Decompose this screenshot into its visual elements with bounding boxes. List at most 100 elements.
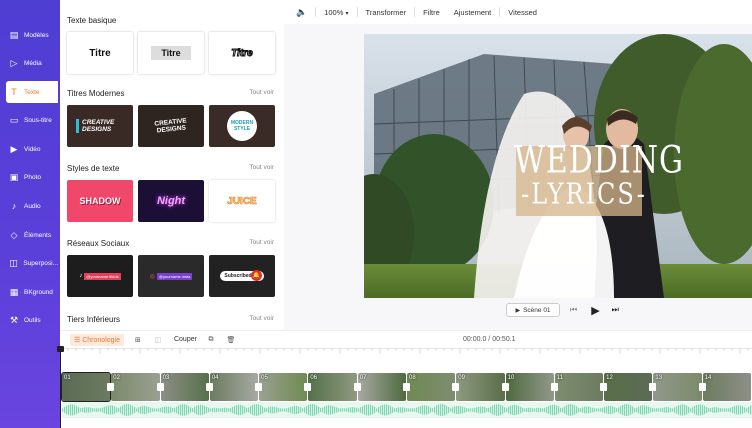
transition-icon[interactable]	[205, 383, 213, 391]
sidebar-item-overlay[interactable]: ◫ Superposi...	[6, 252, 58, 274]
text-card-social-youtube[interactable]: Subscribed 🔔	[209, 255, 275, 297]
sidebar-item-templates[interactable]: ▤ Modèles	[6, 24, 58, 46]
sidebar-item-label: Éléments	[24, 231, 52, 239]
timeline-clip[interactable]: 08	[407, 373, 456, 401]
scene-label: Scène 01	[523, 306, 551, 314]
transition-icon[interactable]	[156, 383, 164, 391]
transition-icon[interactable]	[403, 383, 410, 391]
timeline-clip[interactable]: 13	[653, 373, 702, 401]
text-card-social-tiktok[interactable]: ♪ @yourname.tiktok	[67, 255, 133, 297]
timeline-clip[interactable]: 05	[259, 373, 308, 401]
transition-icon[interactable]	[452, 383, 460, 391]
sidebar-item-audio[interactable]: ♪ Audio	[6, 195, 58, 217]
transition-icon[interactable]	[353, 383, 361, 391]
playback-controls: ▶ Scène 01 ⏮ ▶ ⏭	[506, 303, 619, 317]
text-card-modern-1[interactable]: CREATIVE DESIGNS	[67, 105, 133, 147]
sidebar-item-label: Superposi...	[23, 259, 58, 267]
sidebar-item-label: Sous-titre	[24, 116, 52, 124]
transition-icon[interactable]	[501, 383, 509, 391]
adjust-button[interactable]: Ajustement	[454, 8, 492, 17]
clip-number: 07	[359, 375, 367, 381]
cut-button[interactable]: Couper	[174, 336, 197, 343]
sidebar-item-background[interactable]: ▦ BKground	[6, 281, 58, 303]
timeline-toolbar: ☰ Chronologie ⊞ ◫ Couper ⧉ 🗑 00:00.0 / 0…	[60, 330, 752, 348]
sidebar-item-media[interactable]: ▷ Média	[6, 52, 58, 74]
timeline-clip[interactable]: 03	[160, 373, 209, 401]
see-all-lower[interactable]: Tout voir	[249, 315, 274, 322]
play-icon[interactable]: ▶	[591, 304, 599, 317]
sidebar-item-text[interactable]: T Texte	[6, 81, 58, 103]
overlay-icon: ◫	[9, 257, 18, 268]
text-card-basic-1[interactable]: Titre	[67, 32, 133, 74]
transition-icon[interactable]	[600, 383, 608, 391]
filter-button[interactable]: Filtre	[423, 8, 440, 17]
title-line-1: WEDDING	[514, 138, 684, 183]
timeline-clip[interactable]: 01	[60, 372, 112, 402]
split-view-icon[interactable]: ◫	[152, 336, 164, 344]
duplicate-icon[interactable]: ⧉	[205, 336, 217, 344]
see-all-modern[interactable]: Tout voir	[249, 89, 274, 96]
sidebar-item-photo[interactable]: ▣ Photo	[6, 166, 58, 188]
timeline-clip[interactable]: 06	[308, 373, 357, 401]
timeline-clip[interactable]: 04	[209, 373, 259, 401]
transform-button[interactable]: Transformer	[366, 8, 407, 17]
zoom-value: 100%	[324, 7, 344, 17]
clip-number: 01	[64, 375, 71, 381]
text-card-style-night[interactable]: Night	[138, 180, 204, 222]
text-card-modern-2[interactable]: CREATIVE DESIGNS	[138, 105, 204, 147]
playhead[interactable]	[57, 346, 64, 428]
sidebar-item-label: Audio	[24, 202, 41, 210]
text-card-basic-3[interactable]: Titre	[209, 32, 275, 74]
card-text: Titre	[89, 47, 111, 59]
see-all-styles[interactable]: Tout voir	[249, 164, 274, 171]
timeline-clip[interactable]: 02	[111, 373, 160, 401]
transition-icon[interactable]	[107, 383, 115, 391]
wedding-title-text[interactable]: WEDDING -LYRICS-	[514, 142, 683, 209]
see-all-social[interactable]: Tout voir	[249, 239, 274, 246]
timeline-ruler[interactable]	[60, 348, 752, 372]
card-text: CREATIVE DESIGNS	[154, 117, 188, 135]
card-text: Titre	[151, 46, 191, 60]
audio-waveform[interactable]	[62, 402, 752, 418]
clip-number: 13	[655, 375, 663, 381]
timeline-clip[interactable]: 07	[357, 373, 406, 401]
video-track[interactable]: 01 02 03 04 05 06 07 08 09 10 11 12 13 14	[60, 372, 752, 402]
timeline-clip[interactable]: 12	[604, 373, 653, 401]
text-card-modern-3[interactable]: MODERN STYLE	[209, 105, 275, 147]
previous-icon[interactable]: ⏮	[570, 305, 577, 315]
volume-icon[interactable]: 🔈	[296, 7, 307, 18]
speed-button[interactable]: Vitessed	[508, 8, 537, 17]
text-card-basic-2[interactable]: Titre	[138, 32, 204, 74]
timeline-toggle[interactable]: ☰ Chronologie	[70, 333, 124, 346]
audio-icon: ♪	[11, 201, 17, 211]
zoom-select[interactable]: 100% ▾	[324, 8, 348, 17]
text-card-social-instagram[interactable]: ◎ @yourname.insta	[138, 255, 204, 297]
clip-number: 08	[409, 375, 416, 381]
add-icon[interactable]: ⊞	[132, 336, 144, 344]
background-icon: ▦	[9, 286, 19, 297]
sidebar-item-subtitle[interactable]: ▭ Sous-titre	[6, 109, 58, 131]
text-card-style-juice[interactable]: JUICE	[209, 180, 275, 222]
sidebar-item-video[interactable]: ▶ Vidéo	[6, 138, 58, 160]
sidebar-item-elements[interactable]: ◇ Éléments	[6, 224, 58, 246]
media-icon: ▷	[10, 57, 18, 68]
transition-icon[interactable]	[550, 383, 558, 391]
timeline-clip[interactable]: 10	[505, 373, 554, 401]
sidebar-item-label: Vidéo	[24, 145, 41, 153]
timeline-clip[interactable]: 14	[702, 373, 751, 401]
transition-icon[interactable]	[649, 383, 657, 391]
transition-icon[interactable]	[255, 383, 263, 391]
timeline-clip[interactable]: 11	[554, 373, 604, 401]
playhead-handle[interactable]	[57, 346, 64, 352]
video-preview[interactable]: WEDDING -LYRICS-	[364, 34, 752, 298]
text-card-style-shadow[interactable]: SHADOW	[67, 180, 133, 222]
sidebar-item-tools[interactable]: ⚒ Outils	[6, 309, 58, 331]
scene-button[interactable]: ▶ Scène 01	[506, 303, 560, 317]
next-icon[interactable]: ⏭	[612, 305, 619, 315]
card-text: @yourname.tiktok	[84, 272, 121, 280]
timeline-clip[interactable]: 09	[456, 373, 505, 401]
instagram-icon: ◎	[149, 273, 155, 280]
transition-icon[interactable]	[304, 383, 312, 391]
delete-icon[interactable]: 🗑	[225, 336, 237, 344]
transition-icon[interactable]	[698, 383, 706, 391]
